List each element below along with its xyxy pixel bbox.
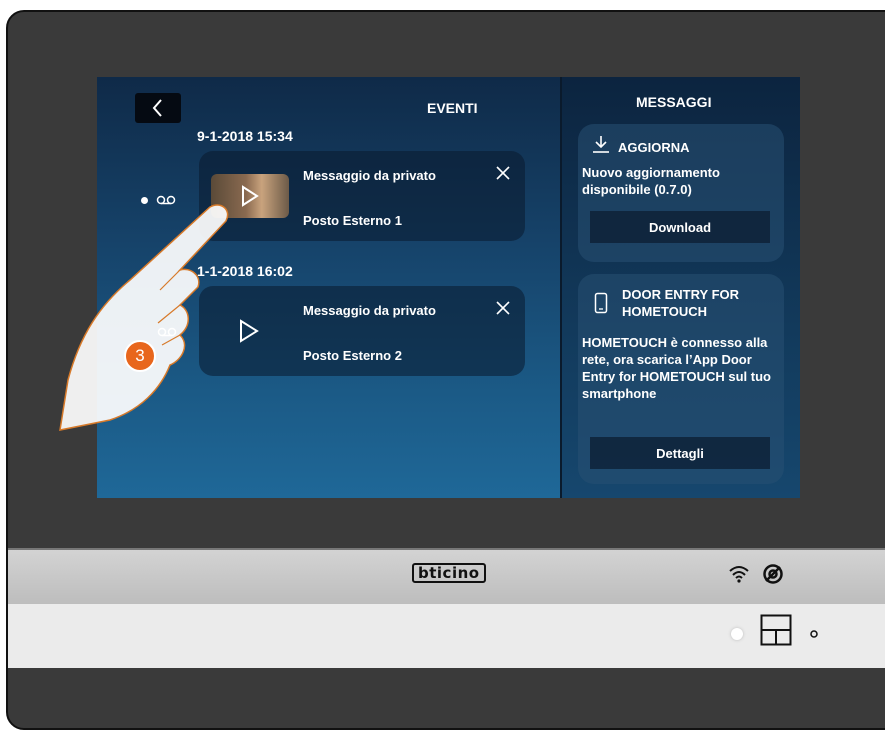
message-heading: AGGIORNA (618, 140, 690, 155)
message-card-update: AGGIORNA Nuovo aggiornamento disponibile… (578, 124, 784, 262)
messages-title: MESSAGGI (636, 94, 712, 110)
event-source: Posto Esterno 1 (303, 213, 402, 228)
device-base (8, 604, 885, 668)
message-card-door-entry: DOOR ENTRY FOR HOMETOUCH HOMETOUCH è con… (578, 274, 784, 484)
chevron-left-icon (152, 99, 162, 117)
message-body: HOMETOUCH è connesso alla rete, ora scar… (582, 335, 771, 401)
event-subject: Messaggio da privato (303, 168, 436, 183)
messages-pane: MESSAGGI AGGIORNA Nuovo aggiornamento di… (560, 77, 800, 498)
details-button[interactable]: Dettagli (590, 437, 770, 469)
close-icon[interactable] (495, 300, 511, 316)
status-led (731, 628, 743, 640)
event-subject: Messaggio da privato (303, 303, 436, 318)
event-date: 9-1-2018 15:34 (197, 128, 293, 144)
download-button[interactable]: Download (590, 211, 770, 243)
smartphone-icon (594, 292, 608, 314)
event-card[interactable]: Messaggio da privato Posto Esterno 1 (199, 151, 525, 241)
wifi-icon (729, 566, 749, 583)
message-heading: DOOR ENTRY FOR HOMETOUCH (622, 287, 740, 319)
brand-logo: bticino (412, 563, 486, 583)
back-button[interactable] (135, 93, 181, 123)
event-card[interactable]: Messaggio da privato Posto Esterno 2 (199, 286, 525, 376)
play-icon (242, 185, 259, 207)
download-icon (593, 136, 609, 153)
sensor-icon (810, 630, 818, 638)
close-icon[interactable] (495, 165, 511, 181)
events-title: EVENTI (427, 100, 478, 116)
at-icon (763, 564, 783, 584)
pointing-hand-illustration (59, 204, 229, 431)
message-body: Nuovo aggiornamento disponibile (0.7.0) (582, 165, 720, 197)
step-badge: 3 (124, 340, 156, 372)
play-icon[interactable] (239, 319, 259, 343)
home-button-icon[interactable] (760, 614, 792, 646)
event-source: Posto Esterno 2 (303, 348, 402, 363)
